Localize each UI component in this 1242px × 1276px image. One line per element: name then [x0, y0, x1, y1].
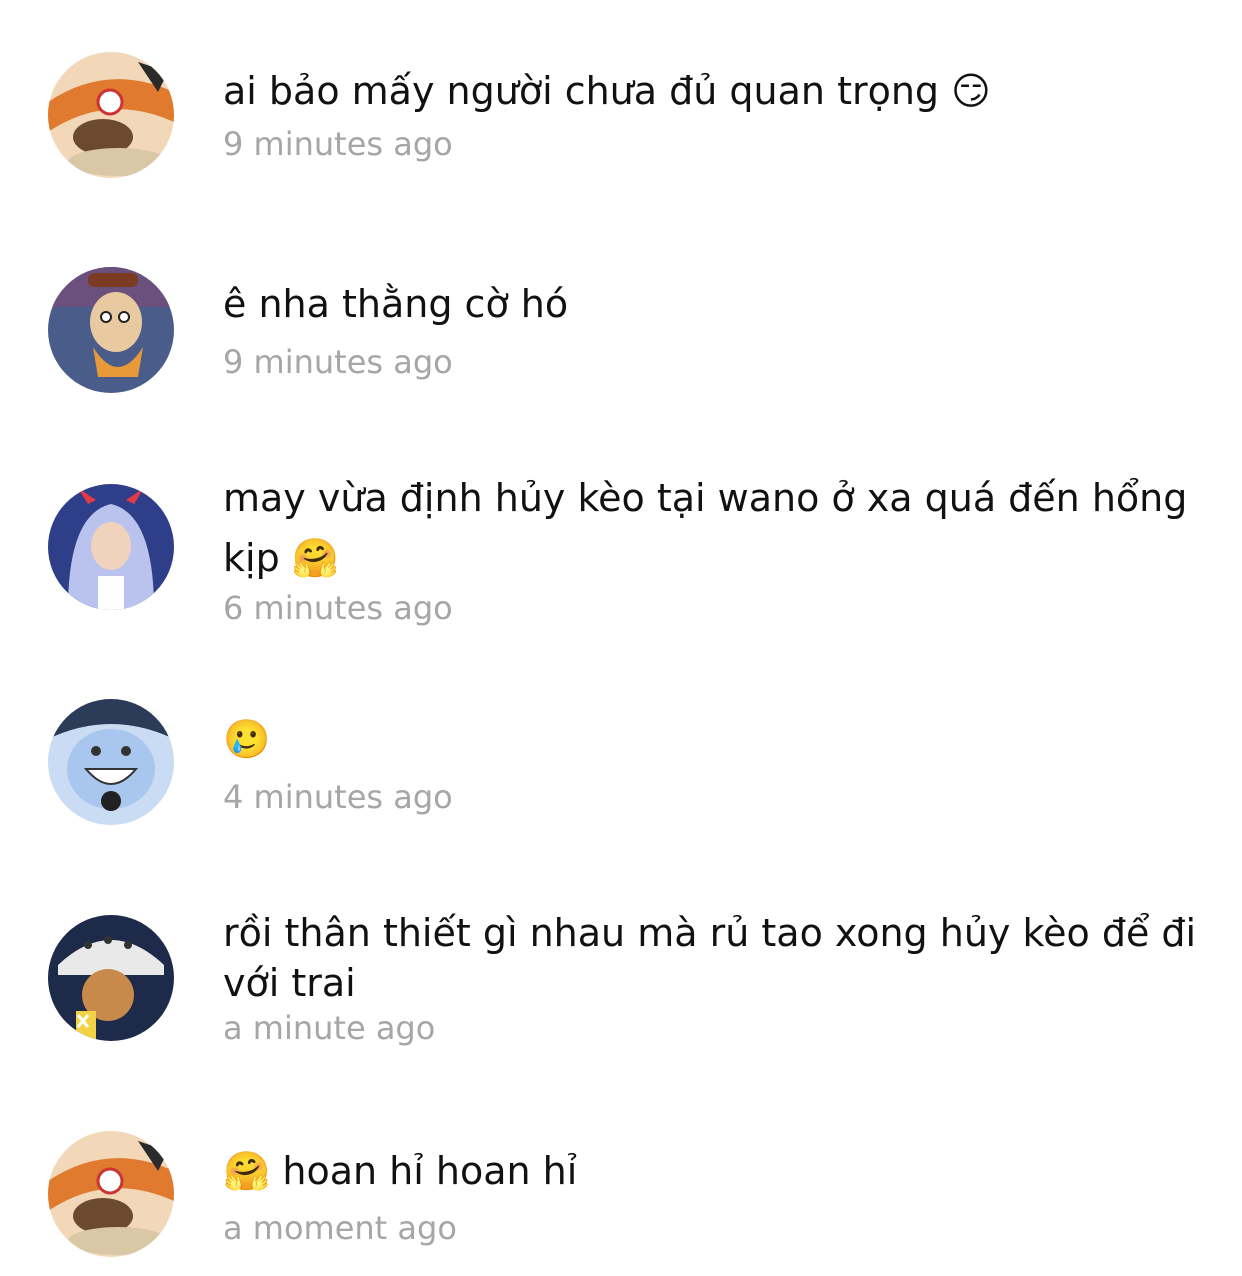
comment-timestamp: 9 minutes ago [223, 343, 453, 381]
avatar[interactable] [48, 267, 174, 393]
avatar[interactable] [48, 52, 174, 178]
avatar[interactable] [48, 915, 174, 1041]
ace-avatar-image [48, 1131, 174, 1257]
usopp-avatar-image [48, 267, 174, 393]
avatar[interactable] [48, 484, 174, 610]
comment-text: ai bảo mấy người chưa đủ quan trọng 😏 [223, 69, 991, 113]
jinbe-avatar-image [48, 699, 174, 825]
comment-timestamp: 9 minutes ago [223, 125, 453, 163]
comment-text: rồi thân thiết gì nhau mà rủ tao xong hủ… [223, 911, 1197, 1005]
law-avatar-image [48, 915, 174, 1041]
comment-timestamp: 6 minutes ago [223, 589, 453, 627]
yamato-avatar-image [48, 484, 174, 610]
comment-text: 🥲 [223, 717, 271, 761]
comment-text: may vừa định hủy kèo tại wano ở xa quá đ… [223, 476, 1188, 580]
avatar[interactable] [48, 1131, 174, 1257]
comment-timestamp: a minute ago [223, 1009, 436, 1047]
comment-timestamp: a moment ago [223, 1209, 457, 1247]
comment-text: ê nha thằng cờ hó [223, 282, 569, 326]
ace-avatar-image [48, 52, 174, 178]
comment-timestamp: 4 minutes ago [223, 778, 453, 816]
avatar[interactable] [48, 699, 174, 825]
comment-text: 🤗 hoan hỉ hoan hỉ [223, 1149, 578, 1193]
